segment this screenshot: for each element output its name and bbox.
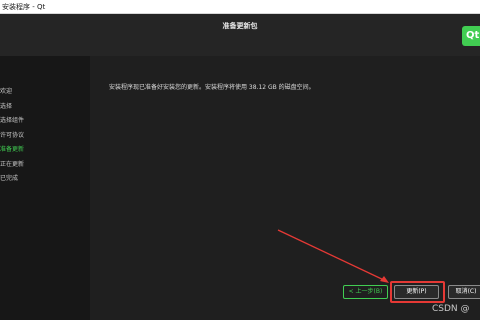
- watermark: CSDN @: [432, 304, 470, 314]
- ready-message: 安装程序现已准备好安装您的更新。安装程序将使用 38.12 GB 的磁盘空间。: [109, 84, 315, 91]
- wizard-header: 准备更新包 Qt: [0, 14, 480, 56]
- page-title: 准备更新包: [222, 22, 258, 30]
- qt-logo: Qt: [462, 26, 480, 46]
- back-button[interactable]: < 上一步(B): [343, 285, 388, 299]
- title-bar: 安装程序 - Qt: [0, 0, 480, 14]
- cancel-button[interactable]: 取消(C): [448, 285, 480, 299]
- sidebar-item-updating: 正在更新: [0, 161, 25, 168]
- installer-window: 准备更新包 Qt 欢迎 选择 选择组件 许可协议 准备更新 正在更新 已完成 安…: [0, 14, 480, 320]
- wizard-sidebar: 欢迎 选择 选择组件 许可协议 准备更新 正在更新 已完成: [0, 56, 90, 320]
- sidebar-item-ready-to-update: 准备更新: [0, 146, 25, 153]
- window-title: 安装程序 - Qt: [2, 3, 46, 11]
- sidebar-item-finished: 已完成: [0, 175, 19, 182]
- sidebar-item-select: 选择: [0, 103, 13, 110]
- sidebar-item-welcome: 欢迎: [0, 88, 13, 95]
- annotation-highlight-box: [390, 281, 445, 303]
- sidebar-item-components: 选择组件: [0, 117, 25, 124]
- sidebar-item-license: 许可协议: [0, 132, 25, 139]
